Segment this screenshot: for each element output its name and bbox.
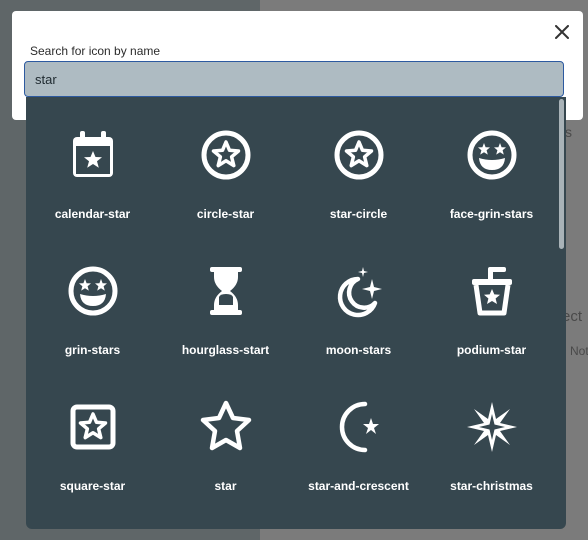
search-input[interactable] xyxy=(24,61,564,97)
icon-option-label: hourglass-start xyxy=(181,343,270,357)
icon-option-label: calendar-star xyxy=(54,207,131,221)
hourglass-start-icon xyxy=(209,267,242,315)
face-grin-stars-icon xyxy=(467,130,516,180)
icon-option-label: podium-star xyxy=(456,343,527,357)
results-scrollbar[interactable] xyxy=(559,99,564,249)
icon-results-panel: calendar-star circle-star star-circle fa… xyxy=(26,97,566,529)
background-text: s xyxy=(565,124,572,140)
icon-option-podium-star[interactable]: podium-star xyxy=(425,233,558,369)
icon-option-label: grin-stars xyxy=(64,343,121,357)
icon-option-label: circle-star xyxy=(196,207,255,221)
icon-option-label: star-circle xyxy=(329,207,388,221)
icon-option-label: star xyxy=(214,479,237,493)
star-icon xyxy=(200,400,251,451)
circle-star-icon xyxy=(201,130,250,180)
background-text: Not xyxy=(570,344,588,358)
icon-option-label: face-grin-stars xyxy=(449,207,534,221)
icon-option-hourglass-start[interactable]: hourglass-start xyxy=(159,233,292,369)
icon-option-star-circle[interactable]: star-circle xyxy=(292,97,425,233)
moon-stars-icon xyxy=(337,267,382,318)
star-circle-icon xyxy=(334,130,383,180)
icon-option-star-and-crescent[interactable]: star-and-crescent xyxy=(292,369,425,505)
icon-option-label: square-star xyxy=(59,479,126,493)
icon-option-label: moon-stars xyxy=(325,343,392,357)
icon-option-label: star-christmas xyxy=(450,479,533,493)
icon-option-grin-stars[interactable]: grin-stars xyxy=(26,233,159,369)
star-christmas-icon xyxy=(466,402,517,452)
close-icon xyxy=(555,25,569,39)
grin-stars-icon xyxy=(68,266,117,316)
icon-option-calendar-star[interactable]: calendar-star xyxy=(26,97,159,233)
icon-option-star-christmas[interactable]: star-christmas xyxy=(425,369,558,505)
search-label: Search for icon by name xyxy=(30,44,161,58)
icon-option-square-star[interactable]: square-star xyxy=(26,369,159,505)
icon-option-moon-stars[interactable]: moon-stars xyxy=(292,233,425,369)
icon-results-grid: calendar-star circle-star star-circle fa… xyxy=(26,97,558,505)
podium-star-icon xyxy=(471,267,512,316)
icon-option-face-grin-stars[interactable]: face-grin-stars xyxy=(425,97,558,233)
icon-option-star[interactable]: star xyxy=(159,369,292,505)
icon-option-label: star-and-crescent xyxy=(308,479,409,493)
close-button[interactable] xyxy=(551,21,573,43)
square-star-icon xyxy=(70,404,115,450)
icon-option-circle-star[interactable]: circle-star xyxy=(159,97,292,233)
calendar-star-icon xyxy=(72,131,113,177)
star-and-crescent-icon xyxy=(339,401,379,453)
